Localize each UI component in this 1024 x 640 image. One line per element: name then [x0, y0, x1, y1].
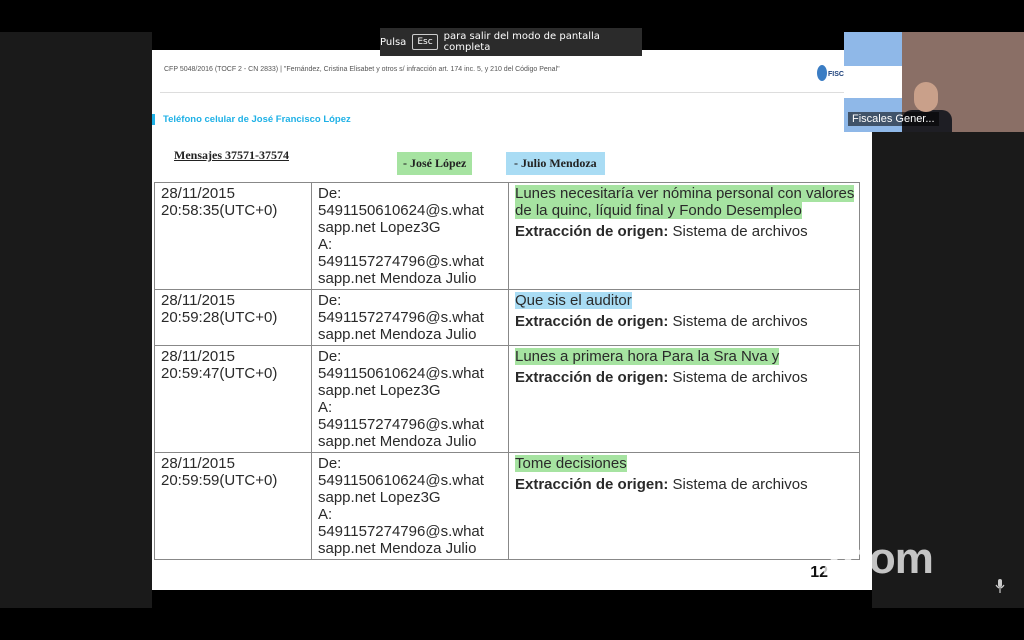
participant-line: sapp.net Mendoza Julio — [318, 540, 477, 557]
participant-line: sapp.net Mendoza Julio — [318, 433, 477, 450]
timestamp-line: 20:59:59(UTC+0) — [161, 472, 278, 489]
timestamp-cell: 28/11/2015 20:59:59(UTC+0) — [154, 452, 312, 560]
timestamp-line: 28/11/2015 — [161, 455, 235, 472]
timestamp-line: 20:59:47(UTC+0) — [161, 365, 278, 382]
participant-line: sapp.net Lopez3G — [318, 489, 441, 506]
extraction-label: Extracción de origen: — [515, 476, 669, 493]
banner-pre: Pulsa — [380, 36, 407, 48]
message-cell: Lunes a primera hora Para la Sra Nva y Ex… — [508, 345, 860, 453]
message-cell: Lunes necesitaría ver nómina personal co… — [508, 182, 860, 290]
participant-line: 5491157274796@s.what — [318, 309, 484, 326]
participant-video-tile[interactable]: Fiscales Gener... — [844, 32, 1024, 132]
participant-line: De: — [318, 185, 342, 202]
extraction-line: Extracción de origen: Sistema de archivo… — [515, 313, 855, 330]
participant-line: 5491157274796@s.what — [318, 416, 484, 433]
message-cell: Tome decisiones Extracción de origen: Sis… — [508, 452, 860, 560]
timestamp-cell: 28/11/2015 20:58:35(UTC+0) — [154, 182, 312, 290]
banner-post: para salir del modo de pantalla completa — [443, 31, 600, 53]
extraction-label: Extracción de origen: — [515, 223, 669, 240]
participants-cell: De: 5491157274796@s.what sapp.net Mendoza … — [311, 289, 509, 346]
participant-line: De: — [318, 455, 342, 472]
participant-head — [914, 82, 938, 112]
timestamp-cell: 28/11/2015 20:59:28(UTC+0) — [154, 289, 312, 346]
message-cell: Que sis el auditor Extracción de origen: … — [508, 289, 860, 346]
participant-line: sapp.net Mendoza Julio — [318, 326, 477, 343]
legend-julio: - Julio Mendoza — [506, 152, 605, 175]
extraction-value: Sistema de archivos — [668, 313, 808, 330]
extraction-line: Extracción de origen: Sistema de archivo… — [515, 223, 855, 240]
participant-line: sapp.net Mendoza Julio — [318, 270, 477, 287]
participant-line: sapp.net Lopez3G — [318, 219, 441, 236]
extraction-label: Extracción de origen: — [515, 313, 669, 330]
extraction-line: Extracción de origen: Sistema de archivo… — [515, 476, 855, 493]
participant-line: De: — [318, 348, 342, 365]
extraction-value: Sistema de archivos — [668, 476, 808, 493]
zoom-watermark: zoom — [822, 534, 934, 583]
message-row: 28/11/2015 20:59:47(UTC+0) De: 549115061062… — [154, 345, 860, 453]
extraction-value: Sistema de archivos — [668, 369, 808, 386]
letterbox-left — [0, 32, 152, 608]
shared-slide: CFP 5048/2016 (TOCF 2 - CN 2833) | "Fern… — [152, 50, 872, 590]
participant-name: Fiscales Gener... — [848, 112, 939, 126]
timestamp-line: 20:58:35(UTC+0) — [161, 202, 278, 219]
microphone-icon[interactable] — [994, 578, 1006, 594]
extraction-label: Extracción de origen: — [515, 369, 669, 386]
participants-cell: De: 5491150610624@s.what sapp.net Lopez3G A… — [311, 452, 509, 560]
participants-cell: De: 5491150610624@s.what sapp.net Lopez3G A… — [311, 345, 509, 453]
participant-line: A: — [318, 236, 333, 253]
legend-jose: - José López — [397, 152, 473, 175]
participant-line: 5491157274796@s.what — [318, 523, 484, 540]
participants-cell: De: 5491150610624@s.what sapp.net Lopez3G A… — [311, 182, 509, 290]
participant-line: A: — [318, 506, 333, 523]
extraction-value: Sistema de archivos — [668, 223, 808, 240]
fisc-logo-icon: FISC — [817, 65, 844, 81]
messages-label: Mensajes 37571-37574 — [174, 148, 289, 162]
message-row: 28/11/2015 20:59:28(UTC+0) De: 549115727479… — [154, 289, 860, 346]
timestamp-line: 28/11/2015 — [161, 348, 235, 365]
participant-line: 5491157274796@s.what — [318, 253, 484, 270]
participant-line: 5491150610624@s.what — [318, 365, 484, 382]
section-title: Teléfono celular de José Francisco López — [152, 114, 351, 125]
slide-header: CFP 5048/2016 (TOCF 2 - CN 2833) | "Fern… — [164, 66, 560, 73]
participant-line: sapp.net Lopez3G — [318, 382, 441, 399]
esc-key[interactable]: Esc — [412, 34, 438, 50]
header-divider — [160, 92, 864, 93]
message-text: Que sis el auditor — [515, 292, 632, 309]
timestamp-line: 20:59:28(UTC+0) — [161, 309, 278, 326]
participant-line: 5491150610624@s.what — [318, 202, 484, 219]
timestamp-line: 28/11/2015 — [161, 292, 235, 309]
message-text: Lunes necesitaría ver nómina personal co… — [515, 185, 855, 219]
timestamp-line: 28/11/2015 — [161, 185, 235, 202]
svg-text:FISC: FISC — [828, 71, 844, 78]
timestamp-cell: 28/11/2015 20:59:47(UTC+0) — [154, 345, 312, 453]
participant-line: De: — [318, 292, 342, 309]
message-text: Lunes a primera hora Para la Sra Nva y — [515, 348, 780, 365]
participant-line: A: — [318, 399, 333, 416]
extraction-line: Extracción de origen: Sistema de archivo… — [515, 369, 855, 386]
message-row: 28/11/2015 20:59:59(UTC+0) De: 549115061062… — [154, 452, 860, 560]
fullscreen-banner: Pulsa Esc para salir del modo de pantall… — [380, 28, 642, 56]
participant-line: 5491150610624@s.what — [318, 472, 484, 489]
messages-table: 28/11/2015 20:58:35(UTC+0) De: 549115061062… — [154, 182, 860, 560]
message-row: 28/11/2015 20:58:35(UTC+0) De: 549115061062… — [154, 182, 860, 290]
message-text: Tome decisiones — [515, 455, 627, 472]
